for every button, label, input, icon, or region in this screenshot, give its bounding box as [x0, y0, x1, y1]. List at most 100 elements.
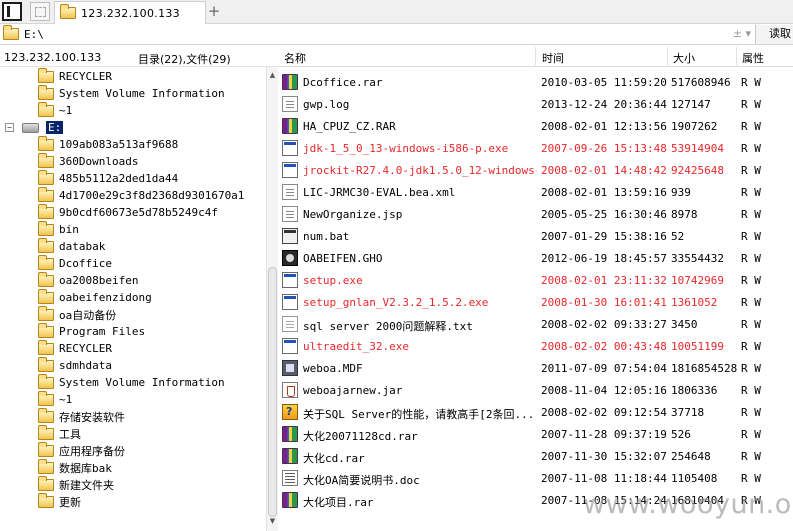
tree-item[interactable]: 9b0cdf60673e5d78b5249c4f: [38, 203, 218, 221]
address-input[interactable]: E:\: [24, 28, 44, 41]
tree-item[interactable]: ~1: [38, 390, 72, 408]
tree-item[interactable]: ~1: [38, 101, 72, 119]
exe-icon: [282, 294, 298, 310]
file-attr: R W: [741, 384, 761, 397]
bat-icon: [282, 228, 298, 244]
file-row[interactable]: setup.exe 2008-02-01 23:11:32 10742969 R W: [278, 269, 793, 291]
tree-item[interactable]: 更新: [38, 492, 81, 510]
file-row[interactable]: 大化20071128cd.rar 2007-11-28 09:37:19 526 R …: [278, 423, 793, 445]
file-row[interactable]: NewOrganize.jsp 2005-05-25 16:30:46 8978 R …: [278, 203, 793, 225]
file-row[interactable]: 大化OA简要说明书.doc 2007-11-08 11:18:44 1105408 R…: [278, 467, 793, 489]
file-row[interactable]: 大化cd.rar 2007-11-30 15:32:07 254648 R W: [278, 445, 793, 467]
tree-item[interactable]: oa自动备份: [38, 305, 116, 323]
collapse-icon[interactable]: −: [5, 123, 14, 132]
address-bar: E:\ ± ▾ 读取: [0, 24, 793, 45]
folder-icon: [3, 25, 19, 40]
tree-item[interactable]: oabeifenzidong: [38, 288, 152, 306]
tree-item[interactable]: 数据库bak: [38, 458, 112, 476]
column-divider[interactable]: [736, 47, 737, 65]
file-row[interactable]: weboa.MDF 2011-07-09 07:54:04 1816854528 R …: [278, 357, 793, 379]
tree-item[interactable]: Program Files: [38, 322, 146, 340]
file-name: LIC-JRMC30-EVAL.bea.xml: [303, 186, 456, 199]
tree-item[interactable]: sdmhdata: [38, 356, 112, 374]
document-icon: [282, 206, 298, 222]
file-row[interactable]: num.bat 2007-01-29 15:38:16 52 R W: [278, 225, 793, 247]
file-row[interactable]: 关于SQL Server的性能，请教高手[2条回... 2008-02-02 09…: [278, 401, 793, 423]
file-row[interactable]: Dcoffice.rar 2010-03-05 11:59:20 517608946…: [278, 71, 793, 93]
tree-item[interactable]: 4d1700e29c3f8d2368d9301670a1: [38, 186, 245, 204]
file-size: 1816854528: [671, 362, 738, 375]
tree-item[interactable]: 360Downloads: [38, 152, 138, 170]
left-panel-header: 123.232.100.133 目录(22),文件(29): [0, 45, 278, 67]
file-size: 1361052: [671, 296, 718, 309]
tab-host[interactable]: 123.232.100.133: [54, 1, 206, 24]
file-row[interactable]: LIC-JRMC30-EVAL.bea.xml 2008-02-01 13:59:…: [278, 181, 793, 203]
folder-icon: [38, 152, 54, 168]
address-controls[interactable]: ± ▾: [733, 27, 751, 40]
column-divider[interactable]: [667, 47, 668, 65]
file-row[interactable]: weboajarnew.jar 2008-11-04 12:05:16 180633…: [278, 379, 793, 401]
tree-item-label: 新建文件夹: [59, 478, 114, 492]
file-time: 2010-03-05 11:59:20: [541, 76, 667, 89]
file-size: 254648: [671, 450, 711, 463]
tree-item[interactable]: 新建文件夹: [38, 475, 114, 493]
column-divider[interactable]: [535, 47, 536, 65]
file-size: 939: [671, 186, 691, 199]
exe-icon: [282, 338, 298, 354]
tree-item[interactable]: 485b5112a2ded1da44: [38, 169, 178, 187]
tree-item[interactable]: bin: [38, 220, 79, 238]
column-attr[interactable]: 属性: [742, 50, 764, 66]
file-name: ultraedit_32.exe: [303, 340, 409, 353]
tree-item-label: RECYCLER: [59, 342, 112, 355]
watermark: www.wooyun.org: [583, 489, 793, 520]
tree-item[interactable]: RECYCLER: [38, 339, 112, 357]
file-name: weboa.MDF: [303, 362, 363, 375]
file-row[interactable]: OABEIFEN.GHO 2012-06-19 18:45:57 33554432 R…: [278, 247, 793, 269]
file-attr: R W: [741, 450, 761, 463]
tree-item[interactable]: databak: [38, 237, 105, 255]
file-row[interactable]: setup_gnlan_V2.3.2_1.5.2.exe 2008-01-30 1…: [278, 291, 793, 313]
tree-drive-e[interactable]: − E:: [5, 119, 64, 136]
scroll-thumb[interactable]: [268, 267, 277, 517]
file-size: 8978: [671, 208, 698, 221]
tree-item-label: oa2008beifen: [59, 274, 139, 287]
file-row[interactable]: jrockit-R27.4.0-jdk1.5.0_12-windows-... 2…: [278, 159, 793, 181]
scroll-down-icon[interactable]: ▼: [267, 515, 278, 527]
folder-icon: [38, 390, 54, 406]
file-row[interactable]: ultraedit_32.exe 2008-02-02 00:43:48 10051…: [278, 335, 793, 357]
tree-item[interactable]: 存储安装软件: [38, 407, 125, 425]
file-time: 2011-07-09 07:54:04: [541, 362, 667, 375]
tree-item-label: 4d1700e29c3f8d2368d9301670a1: [59, 189, 245, 202]
file-size: 517608946: [671, 76, 731, 89]
column-time[interactable]: 时间: [542, 50, 564, 66]
tree-item[interactable]: 应用程序备份: [38, 441, 125, 459]
tree-scrollbar[interactable]: ▲ ▼: [266, 67, 278, 531]
file-size: 37718: [671, 406, 705, 419]
file-name: sql server 2000问题解释.txt: [303, 320, 473, 333]
tree-item[interactable]: RECYCLER: [38, 67, 112, 85]
tree-item-label: Program Files: [59, 325, 146, 338]
add-tab-button[interactable]: +: [205, 2, 223, 21]
tree-item[interactable]: System Volume Information: [38, 84, 225, 102]
file-row[interactable]: HA_CPUZ_CZ.RAR 2008-02-01 12:13:56 1907262…: [278, 115, 793, 137]
tree-item[interactable]: 109ab083a513af9688: [38, 135, 178, 153]
file-name: Dcoffice.rar: [303, 76, 383, 89]
file-list-header: 名称 时间 大小 属性: [278, 45, 793, 67]
file-time: 2007-11-08 11:18:44: [541, 472, 667, 485]
tree-item[interactable]: 工具: [38, 424, 81, 442]
file-time: 2008-02-02 00:43:48: [541, 340, 667, 353]
tree-item[interactable]: oa2008beifen: [38, 271, 139, 289]
tree-item[interactable]: System Volume Information: [38, 373, 225, 391]
file-row[interactable]: gwp.log 2013-12-24 20:36:44 127147 R W: [278, 93, 793, 115]
scroll-up-icon[interactable]: ▲: [267, 69, 278, 81]
file-size: 1806336: [671, 384, 718, 397]
new-window-button[interactable]: [30, 2, 50, 21]
file-row[interactable]: jdk-1_5_0_13-windows-i586-p.exe 2007-09-2…: [278, 137, 793, 159]
tree-item[interactable]: Dcoffice: [38, 254, 112, 272]
file-time: 2008-01-30 16:01:41: [541, 296, 667, 309]
column-name[interactable]: 名称: [284, 50, 306, 66]
panel-layout-button[interactable]: [2, 2, 22, 21]
column-size[interactable]: 大小: [673, 50, 695, 66]
read-button[interactable]: 读取: [755, 25, 793, 44]
file-row[interactable]: sql server 2000问题解释.txt 2008-02-02 09:33:…: [278, 313, 793, 335]
